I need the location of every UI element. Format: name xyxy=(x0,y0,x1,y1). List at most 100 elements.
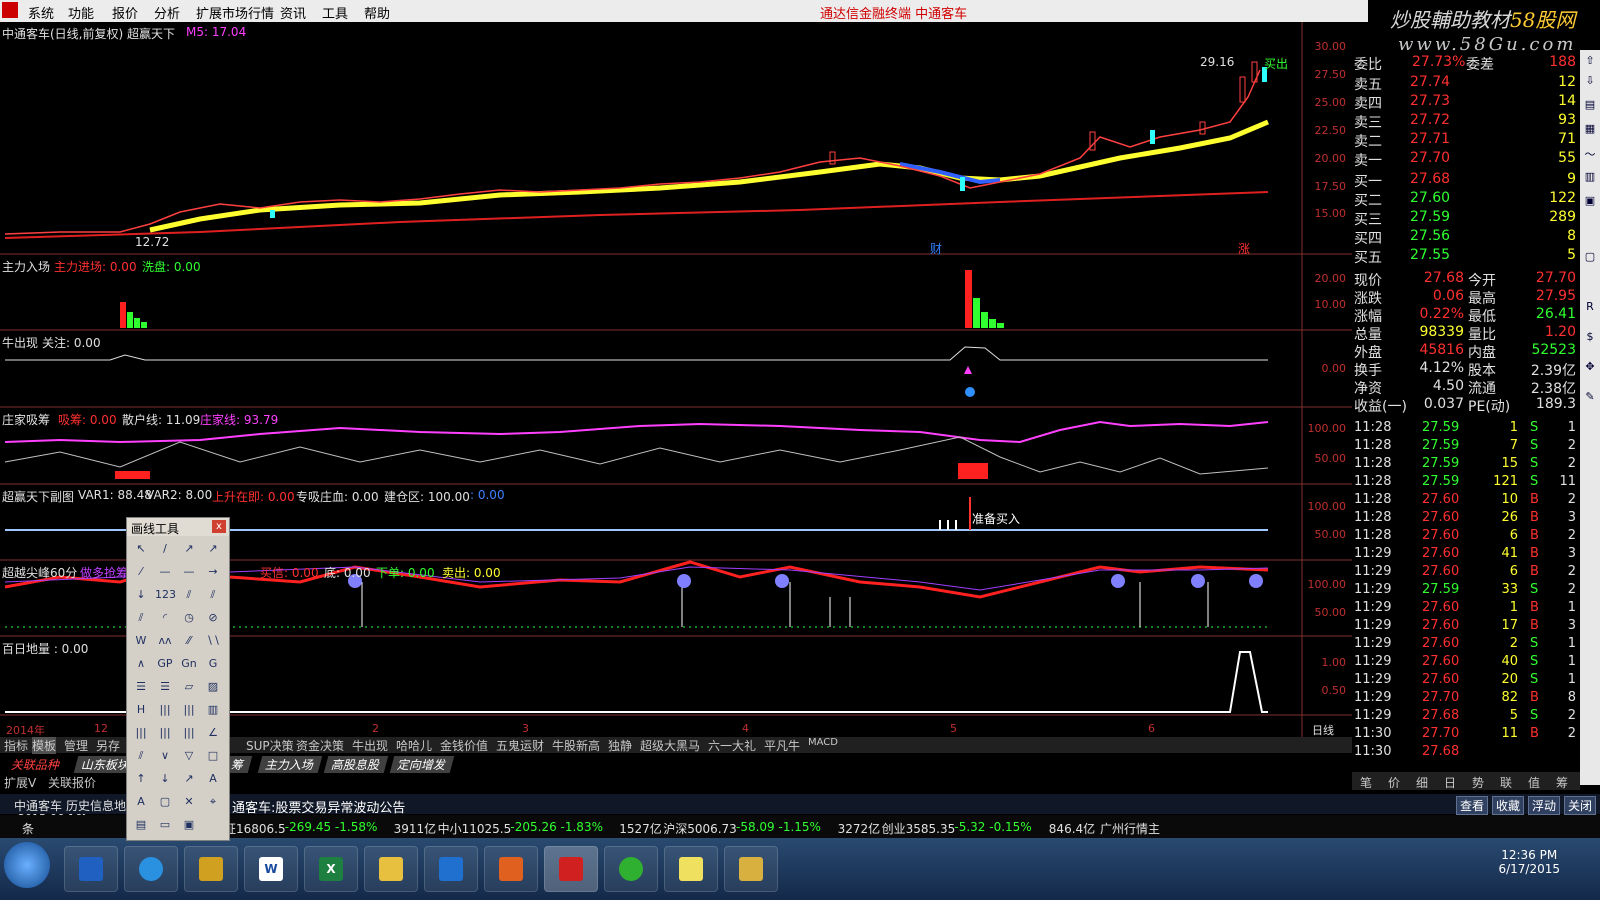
draw-tool-icon[interactable]: ||| xyxy=(131,724,151,742)
draw-tool-icon[interactable]: ✕ xyxy=(179,793,199,811)
draw-tool-icon[interactable]: Gn xyxy=(179,655,199,673)
draw-tool-icon[interactable]: ∖∖ xyxy=(203,632,223,650)
draw-tool-icon[interactable]: ⫽ xyxy=(131,747,151,765)
draw-tool-icon[interactable]: ⫽ xyxy=(179,586,199,604)
draw-tool-icon[interactable]: ||| xyxy=(179,724,199,742)
excel-icon[interactable]: X xyxy=(304,846,358,892)
menu-analysis[interactable]: 分析 xyxy=(154,3,180,22)
tab-extend[interactable]: 扩展V xyxy=(4,774,36,791)
menu-quote[interactable]: 报价 xyxy=(112,3,138,22)
close-icon[interactable]: x xyxy=(212,520,226,533)
draw-tool-icon[interactable]: ▣ xyxy=(179,816,199,834)
period-label[interactable]: 日线 xyxy=(1312,722,1334,738)
draw-tool-icon[interactable]: A xyxy=(203,770,223,788)
draw-tool-icon[interactable]: ▤ xyxy=(131,816,151,834)
arrow-up-icon[interactable]: ⇧ xyxy=(1582,54,1598,70)
draw-tool-icon[interactable]: W xyxy=(131,632,151,650)
draw-tool-icon[interactable]: ↗ xyxy=(203,540,223,558)
draw-tool-icon[interactable]: ∠ xyxy=(203,724,223,742)
tab-bull[interactable]: 牛出现 xyxy=(352,737,388,754)
draw-tool-icon[interactable]: ⫽ xyxy=(131,609,151,627)
explorer-icon[interactable] xyxy=(724,846,778,892)
draw-tool-icon[interactable]: ↗ xyxy=(179,770,199,788)
bid-row[interactable]: 买二 27.60 122 xyxy=(1352,190,1578,209)
draw-tool-icon[interactable]: → xyxy=(203,563,223,581)
quote-tab[interactable]: 价 xyxy=(1388,774,1400,791)
draw-tool-icon[interactable]: ⌖ xyxy=(203,793,223,811)
bid-row[interactable]: 买四 27.56 8 xyxy=(1352,228,1578,247)
draw-tool-icon[interactable]: ||| xyxy=(155,701,175,719)
news-fav-button[interactable]: 收藏 xyxy=(1491,796,1524,815)
quote-tab[interactable]: 笔 xyxy=(1360,774,1372,791)
draw-tool-icon[interactable]: □ xyxy=(203,747,223,765)
tab-sup[interactable]: SUP决策 xyxy=(246,737,294,754)
tab-pingfan[interactable]: 平凡牛 xyxy=(764,737,800,754)
refresh-icon[interactable] xyxy=(604,846,658,892)
tab-manage[interactable]: 管理 xyxy=(64,737,88,754)
bid-row[interactable]: 买三 27.59 289 xyxy=(1352,209,1578,228)
draw-tool-icon[interactable]: — xyxy=(155,563,175,581)
menu-system[interactable]: 系统 xyxy=(28,3,54,22)
pencil-icon[interactable]: ✎ xyxy=(1582,390,1598,406)
tab-dark-horse[interactable]: 超级大黑马 xyxy=(640,737,700,754)
draw-tool-icon[interactable]: ▽ xyxy=(179,747,199,765)
rsi-icon[interactable]: R xyxy=(1582,300,1598,316)
draw-tool-icon[interactable]: ⊘ xyxy=(203,609,223,627)
app-icon[interactable] xyxy=(184,846,238,892)
draw-tool-icon[interactable]: ▥ xyxy=(203,701,223,719)
grid-icon[interactable]: ▦ xyxy=(1582,122,1598,138)
tab-haha[interactable]: 哈哈儿 xyxy=(396,737,432,754)
draw-tool-icon[interactable]: ▨ xyxy=(203,678,223,696)
news-icon[interactable]: ▢ xyxy=(1582,250,1598,266)
draw-tool-icon[interactable]: ☰ xyxy=(131,678,151,696)
move-icon[interactable]: ✥ xyxy=(1582,360,1598,376)
notes-icon[interactable] xyxy=(664,846,718,892)
tab-dujing[interactable]: 独静 xyxy=(608,737,632,754)
draw-tool-icon[interactable]: ||| xyxy=(179,701,199,719)
trading-app-icon[interactable] xyxy=(544,846,598,892)
draw-tool-icon[interactable]: ⫽ xyxy=(203,586,223,604)
line-icon[interactable]: 〜 xyxy=(1582,146,1598,162)
tab-template[interactable]: 模板 xyxy=(32,737,57,754)
draw-tool-icon[interactable]: ▭ xyxy=(155,816,175,834)
quote-tab[interactable]: 值 xyxy=(1528,774,1540,791)
clock[interactable]: 12:36 PM 6/17/2015 xyxy=(1498,848,1560,876)
tab-money[interactable]: 金钱价值 xyxy=(440,737,488,754)
tab-dividend[interactable]: 高股息股 xyxy=(323,756,389,773)
quote-tab[interactable]: 筹 xyxy=(1556,774,1568,791)
draw-tool-icon[interactable]: A xyxy=(131,793,151,811)
ask-row[interactable]: 卖五 27.74 12 xyxy=(1352,74,1578,93)
arrow-down-icon[interactable]: ⇩ xyxy=(1582,74,1598,90)
draw-tool-icon[interactable]: H xyxy=(131,701,151,719)
draw-tool-icon[interactable]: GP xyxy=(155,655,175,673)
news-float-button[interactable]: 浮动 xyxy=(1527,796,1560,815)
draw-tool-icon[interactable]: ◷ xyxy=(179,609,199,627)
draw-tool-icon[interactable]: ↗ xyxy=(179,540,199,558)
quote-tab[interactable]: 势 xyxy=(1472,774,1484,791)
tab-related-quote[interactable]: 关联报价 xyxy=(48,774,96,791)
powerpoint-icon[interactable] xyxy=(484,846,538,892)
quote-tab[interactable]: 联 xyxy=(1500,774,1512,791)
tab-related[interactable]: 关联品种 xyxy=(3,756,69,773)
draw-tool-icon[interactable]: / xyxy=(155,540,175,558)
ask-row[interactable]: 卖一 27.70 55 xyxy=(1352,150,1578,169)
draw-tool-icon[interactable]: ʌʌ xyxy=(155,632,175,650)
draw-tool-icon[interactable]: — xyxy=(179,563,199,581)
menu-extended-market[interactable]: 扩展市场行情 xyxy=(196,3,274,22)
quote-tab[interactable]: 日 xyxy=(1444,774,1456,791)
menu-news[interactable]: 资讯 xyxy=(280,3,306,22)
draw-tool-icon[interactable]: G xyxy=(203,655,223,673)
ask-row[interactable]: 卖三 27.72 93 xyxy=(1352,112,1578,131)
start-button-icon[interactable] xyxy=(4,842,50,888)
chart-icon[interactable]: ▤ xyxy=(1582,98,1598,114)
table-icon[interactable]: ▣ xyxy=(1582,194,1598,210)
tab-placement[interactable]: 定向增发 xyxy=(389,756,455,773)
draw-tool-icon[interactable]: ∨ xyxy=(155,747,175,765)
draw-tool-icon[interactable]: ◜ xyxy=(155,609,175,627)
news-headline[interactable]: 通客车:股票交易异常波动公告 xyxy=(232,797,405,816)
drawing-tool-titlebar[interactable]: 画线工具 x xyxy=(127,518,229,536)
draw-tool-icon[interactable]: ↓ xyxy=(155,770,175,788)
draw-tool-icon[interactable]: ↓ xyxy=(131,586,151,604)
draw-tool-icon[interactable] xyxy=(203,816,223,834)
lync-icon[interactable] xyxy=(424,846,478,892)
